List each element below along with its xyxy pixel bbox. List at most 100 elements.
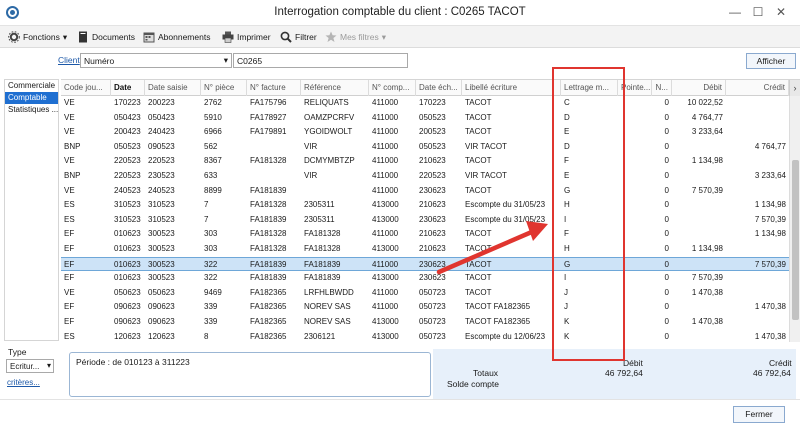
client-link[interactable]: Client	[58, 55, 80, 65]
table-cell	[672, 140, 726, 155]
mes-filtres-menu[interactable]: Mes filtres ▾	[325, 29, 386, 45]
column-header[interactable]: Référence	[301, 80, 369, 96]
scroll-right-button[interactable]: ›	[789, 80, 800, 96]
table-cell: 0	[664, 302, 669, 312]
table-cell: 413000	[372, 331, 399, 341]
column-header[interactable]: N...	[652, 80, 672, 96]
table-cell: 170223	[114, 98, 141, 107]
gear-icon	[8, 31, 20, 43]
view-tab-item[interactable]: Commerciale	[5, 80, 58, 92]
table-cell: FA178927	[250, 112, 287, 122]
table-cell: VE	[64, 127, 75, 137]
column-header[interactable]: Date éch...	[416, 80, 462, 96]
search-icon	[280, 31, 292, 43]
table-cell: 300523	[148, 273, 175, 283]
table-row[interactable]: EF 090623 090623 339 FA182365 NOREV SAS 411000…	[61, 300, 789, 315]
table-cell: 200423	[114, 127, 141, 137]
table-row[interactable]: BNP 220523 230523 633 VIR 411000 220523 VIR TAC…	[61, 169, 789, 184]
minimize-button[interactable]: —	[726, 3, 744, 21]
table-cell: 300523	[148, 229, 175, 239]
criteres-link[interactable]: critères...	[7, 378, 40, 387]
table-row[interactable]: VE 050423 050423 5910 FA178927 OAMZPCRFV 41100…	[61, 111, 789, 126]
table-cell: TACOT FA182365	[465, 302, 531, 312]
table-cell: 413000	[372, 200, 399, 210]
fermer-button[interactable]: Fermer	[733, 406, 785, 423]
column-header[interactable]: N° pièce	[201, 80, 247, 96]
table-row[interactable]: EF 010623 300523 303 FA181328 FA181328 413000 2…	[61, 242, 789, 257]
fonctions-menu[interactable]: Fonctions ▾	[8, 29, 67, 45]
table-cell: FA181328	[304, 244, 341, 253]
table-cell: 2762	[204, 98, 222, 107]
table-cell: ES	[64, 214, 75, 224]
table-cell: VE	[64, 156, 75, 166]
vertical-scrollbar[interactable]	[789, 96, 800, 342]
table-row[interactable]: VE 050623 050623 9469 FA182365 LRFHLBWDD 41100…	[61, 286, 789, 301]
table-cell	[672, 169, 726, 184]
column-header[interactable]: N° comp...	[369, 80, 416, 96]
table-cell: 322	[204, 273, 218, 283]
table-row[interactable]: VE 200423 240423 6966 FA179891 YGOIDWOLT 41100…	[61, 125, 789, 140]
client-number-value: C0265	[237, 56, 263, 66]
documents-button[interactable]: Documents	[77, 29, 135, 45]
table-row[interactable]: ES 310523 310523 7 FA181839 2305311 413000 2306…	[61, 213, 789, 228]
table-cell: VE	[64, 112, 75, 122]
maximize-button[interactable]: ☐	[749, 3, 767, 21]
table-cell: 9469	[204, 287, 222, 297]
table-cell	[672, 198, 726, 213]
field-select-value: Numéro	[84, 56, 115, 66]
column-header[interactable]: Code jou...	[61, 80, 111, 96]
chevron-down-icon: ▾	[381, 31, 387, 42]
table-cell	[726, 154, 789, 169]
fonctions-label: Fonctions	[23, 32, 60, 42]
table-cell: 1 134,98	[754, 229, 786, 239]
table-cell: 310523	[148, 214, 175, 224]
documents-label: Documents	[92, 32, 135, 42]
table-row[interactable]: VE 220523 220523 8367 FA181328 DCMYMBTZP 41100…	[61, 154, 789, 169]
client-number-input[interactable]: C0265	[233, 53, 408, 68]
table-cell: 1 134,98	[754, 200, 786, 210]
column-header[interactable]: Date	[111, 80, 145, 96]
close-button[interactable]: ✕	[772, 3, 790, 21]
afficher-button[interactable]: Afficher	[746, 53, 796, 69]
table-cell: FA182365	[250, 302, 287, 312]
table-cell: 0	[664, 98, 669, 107]
view-tab-item[interactable]: Comptable	[5, 92, 58, 104]
table-row[interactable]: ES 120623 120623 8 FA182365 2306121 413000 0507…	[61, 330, 789, 345]
imprimer-button[interactable]: Imprimer	[222, 29, 271, 45]
table-cell: 010623	[114, 259, 141, 269]
view-tab-item[interactable]: Statistiques ...	[5, 104, 58, 116]
column-header[interactable]: Crédit	[726, 80, 789, 96]
table-cell: FA181839	[250, 273, 287, 283]
table-cell: 230623	[419, 214, 446, 224]
column-header[interactable]: N° facture	[247, 80, 301, 96]
table-cell: FA181839	[250, 185, 287, 195]
field-select[interactable]: Numéro ▾	[80, 53, 232, 68]
table-cell: FA181328	[250, 200, 287, 210]
table-cell: 303	[204, 244, 218, 253]
column-header[interactable]: Date saisie	[145, 80, 201, 96]
scrollbar-thumb[interactable]	[792, 160, 799, 320]
type-select[interactable]: Ecritur... ▾	[6, 359, 54, 373]
table-cell: 0	[664, 200, 669, 210]
table-cell: TACOT	[465, 98, 492, 107]
table-cell: 230623	[419, 259, 446, 269]
abonnements-button[interactable]: Abonnements	[143, 29, 210, 45]
table-row[interactable]: ES 310523 310523 7 FA181328 2305311 413000 2106…	[61, 198, 789, 213]
table-row[interactable]: EF 010623 300523 303 FA181328 FA181328 411000 2…	[61, 227, 789, 242]
filtrer-button[interactable]: Filtrer	[280, 29, 317, 45]
document-icon	[79, 31, 87, 43]
table-row[interactable]: VE 240523 240523 8899 FA181839 411000 230623 TA…	[61, 184, 789, 199]
table-cell: DCMYMBTZP	[304, 156, 355, 166]
table-cell: 220523	[148, 156, 175, 166]
table-cell: 10 022,52	[687, 98, 723, 107]
table-row[interactable]: EF 010623 300523 322 FA181839 FA181839 411000 2…	[61, 256, 789, 272]
table-row[interactable]: EF 090623 090623 339 FA182365 NOREV SAS 413000…	[61, 315, 789, 330]
table-row[interactable]: BNP 050523 090523 562 VIR 411000 050523 VIR TAC…	[61, 140, 789, 155]
column-header[interactable]: Libellé écriture	[462, 80, 561, 96]
filtrer-label: Filtrer	[295, 32, 317, 42]
table-row[interactable]: EF 010623 300523 322 FA181839 FA181839 413000 2…	[61, 271, 789, 286]
view-selector-panel: Commerciale Comptable Statistiques ...	[4, 79, 59, 341]
column-header[interactable]: Débit	[672, 80, 726, 96]
table-row[interactable]: VE 170223 200223 2762 FA175796 RELIQUATS 41100…	[61, 96, 789, 111]
client-filter-row: Client Numéro ▾ C0265 Afficher	[0, 48, 800, 72]
